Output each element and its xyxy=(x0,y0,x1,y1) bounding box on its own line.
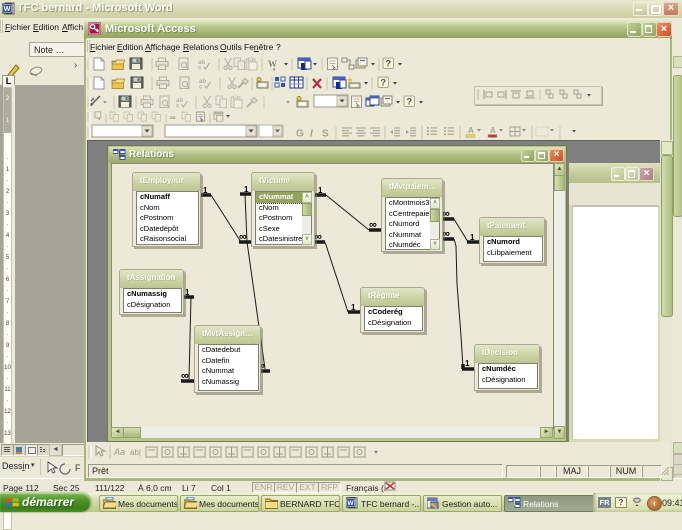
svg-text:S: S xyxy=(322,129,329,140)
svg-text:W: W xyxy=(4,6,11,13)
svg-text:I: I xyxy=(310,129,313,140)
svg-text:G: G xyxy=(296,129,304,140)
svg-text:1: 1 xyxy=(318,186,323,195)
svg-text:∞: ∞ xyxy=(314,231,322,243)
svg-text:c: c xyxy=(198,66,202,72)
svg-text:Aa: Aa xyxy=(113,447,125,457)
svg-text:?: ? xyxy=(406,97,412,107)
svg-text:?: ? xyxy=(385,59,391,69)
svg-text:c: c xyxy=(176,104,180,110)
svg-text:1: 1 xyxy=(470,233,475,242)
svg-text:∞: ∞ xyxy=(181,370,189,382)
svg-text:∞: ∞ xyxy=(442,208,450,220)
svg-text:c: c xyxy=(199,85,203,91)
svg-text:?: ? xyxy=(380,78,386,88)
svg-text:ab|: ab| xyxy=(130,448,141,457)
svg-text:W: W xyxy=(347,500,354,507)
svg-text:1: 1 xyxy=(465,359,470,368)
svg-text:∞: ∞ xyxy=(170,113,176,122)
svg-text:1: 1 xyxy=(203,186,208,195)
svg-text:∞: ∞ xyxy=(369,219,377,231)
svg-text:1: 1 xyxy=(351,303,356,312)
svg-text:A: A xyxy=(468,126,474,135)
svg-text:∞: ∞ xyxy=(442,228,450,240)
svg-text:∞: ∞ xyxy=(239,231,247,243)
svg-text:A: A xyxy=(490,126,496,135)
svg-text:1: 1 xyxy=(185,288,190,297)
svg-text:1: 1 xyxy=(244,185,249,194)
svg-text:F: F xyxy=(75,463,81,473)
